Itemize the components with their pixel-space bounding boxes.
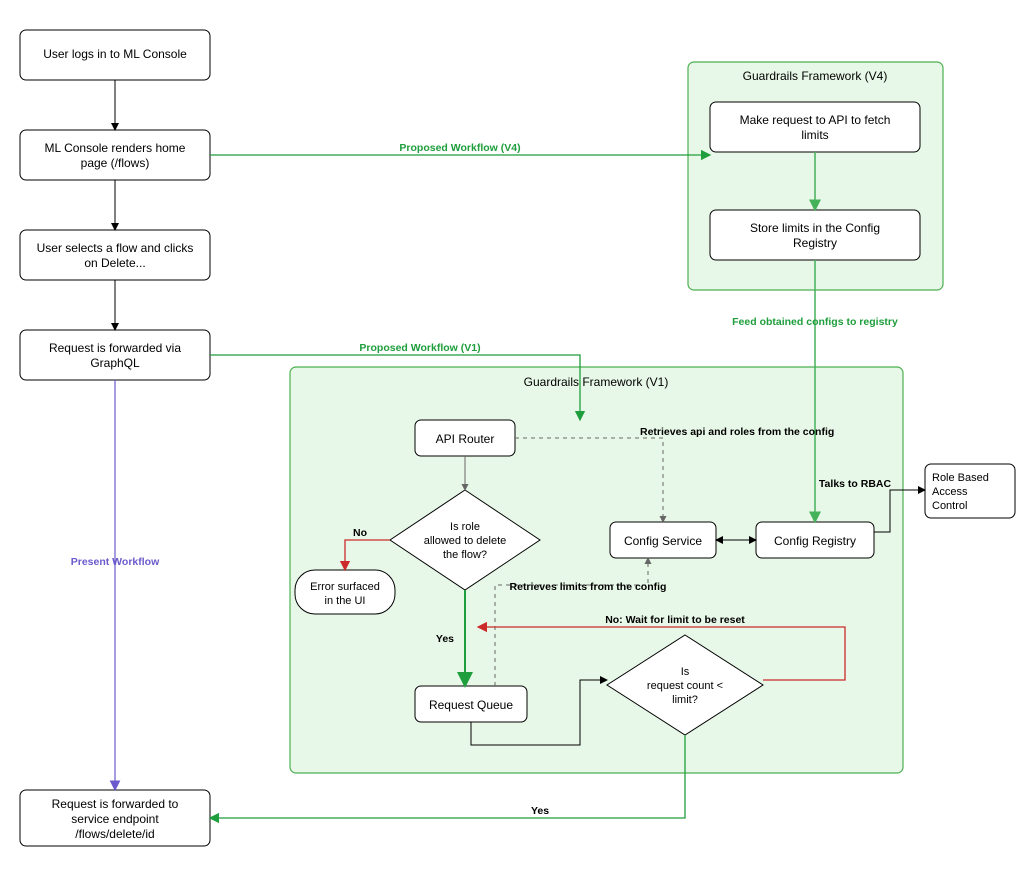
svg-text:Request is forwarded via: Request is forwarded via bbox=[49, 341, 181, 355]
node-graphql: Request is forwarded via GraphQL bbox=[20, 330, 210, 380]
label-yes-final: Yes bbox=[531, 805, 549, 817]
label-yes-down: Yes bbox=[436, 633, 454, 645]
svg-text:Request Queue: Request Queue bbox=[429, 698, 513, 712]
node-endpoint: Request is forwarded to service endpoint… bbox=[20, 790, 210, 846]
svg-text:API Router: API Router bbox=[436, 432, 495, 446]
svg-text:User logs in to ML Console: User logs in to ML Console bbox=[43, 47, 187, 61]
svg-text:Config Service: Config Service bbox=[624, 534, 702, 548]
node-api-router: API Router bbox=[415, 420, 515, 456]
svg-text:in the UI: in the UI bbox=[325, 595, 366, 607]
label-no: No bbox=[353, 527, 367, 539]
svg-text:User selects a flow and clicks: User selects a flow and clicks bbox=[37, 241, 194, 255]
container-v1-title: Guardrails Framework (V1) bbox=[524, 375, 669, 389]
label-retr-api: Retrieves api and roles from the config bbox=[640, 426, 834, 438]
svg-text:page (/flows): page (/flows) bbox=[81, 156, 150, 170]
svg-text:service endpoint: service endpoint bbox=[71, 812, 159, 826]
svg-text:request count <: request count < bbox=[647, 680, 723, 692]
svg-text:limits: limits bbox=[801, 128, 828, 142]
svg-text:Role Based: Role Based bbox=[932, 472, 989, 484]
svg-text:/flows/delete/id: /flows/delete/id bbox=[75, 827, 154, 841]
svg-text:Registry: Registry bbox=[793, 236, 837, 250]
svg-text:the flow?: the flow? bbox=[443, 549, 487, 561]
svg-text:Make request to API to fetch: Make request to API to fetch bbox=[740, 113, 891, 127]
node-store-limits: Store limits in the Config Registry bbox=[710, 210, 920, 260]
label-proposed-v1: Proposed Workflow (V1) bbox=[359, 342, 480, 354]
label-retr-limits: Retrieves limits from the config bbox=[510, 581, 667, 593]
node-config-service: Config Service bbox=[610, 522, 716, 558]
svg-text:Control: Control bbox=[932, 500, 967, 512]
svg-text:Request is forwarded to: Request is forwarded to bbox=[52, 797, 179, 811]
svg-text:allowed to delete: allowed to delete bbox=[424, 535, 507, 547]
node-login: User logs in to ML Console bbox=[20, 30, 210, 80]
svg-text:limit?: limit? bbox=[672, 694, 698, 706]
node-api-fetch: Make request to API to fetch limits bbox=[710, 102, 920, 152]
svg-text:Is role: Is role bbox=[450, 521, 480, 533]
node-select: User selects a flow and clicks on Delete… bbox=[20, 230, 210, 280]
node-rbac: Role Based Access Control bbox=[925, 464, 1015, 518]
svg-text:Access: Access bbox=[932, 486, 968, 498]
label-talks-rbac: Talks to RBAC bbox=[819, 478, 892, 490]
label-proposed-v4: Proposed Workflow (V4) bbox=[399, 142, 520, 154]
node-config-registry: Config Registry bbox=[756, 522, 874, 558]
label-feed: Feed obtained configs to registry bbox=[732, 316, 898, 328]
svg-text:Config Registry: Config Registry bbox=[774, 534, 856, 548]
svg-text:Store limits in the Config: Store limits in the Config bbox=[750, 221, 880, 235]
node-request-queue: Request Queue bbox=[415, 686, 527, 722]
label-present-workflow: Present Workflow bbox=[71, 556, 160, 568]
node-error-ui: Error surfaced in the UI bbox=[295, 570, 395, 614]
node-home: ML Console renders home page (/flows) bbox=[20, 130, 210, 180]
svg-text:Is: Is bbox=[681, 666, 690, 678]
svg-text:ML Console renders home: ML Console renders home bbox=[45, 141, 186, 155]
flowchart-canvas: Guardrails Framework (V4) Guardrails Fra… bbox=[0, 0, 1024, 879]
svg-text:on Delete...: on Delete... bbox=[84, 256, 145, 270]
svg-text:Error surfaced: Error surfaced bbox=[310, 581, 380, 593]
label-no-wait: No: Wait for limit to be reset bbox=[605, 614, 745, 626]
svg-text:GraphQL: GraphQL bbox=[90, 356, 140, 370]
container-v4-title: Guardrails Framework (V4) bbox=[743, 69, 888, 83]
